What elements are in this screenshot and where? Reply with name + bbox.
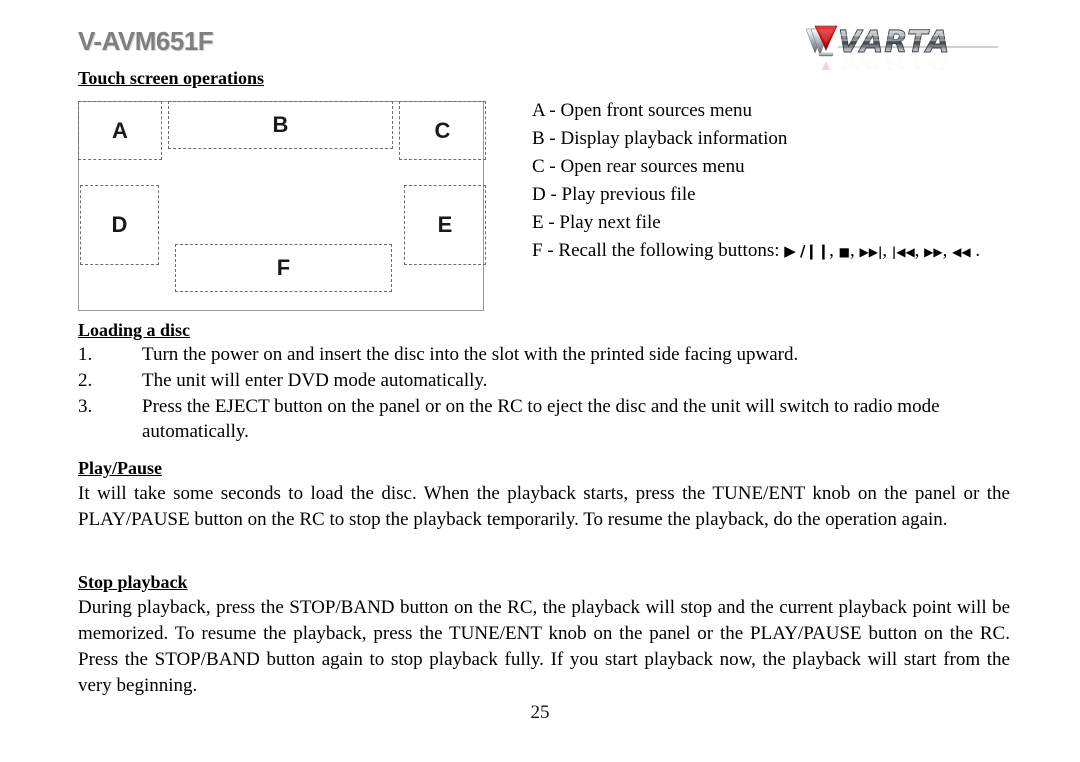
diagram-zone-d-label: D	[111, 212, 128, 237]
list-item-text: The unit will enter DVD mode automatical…	[142, 370, 488, 391]
list-item: 2. The unit will enter DVD mode automati…	[78, 368, 1010, 393]
stop-symbol: ■	[838, 245, 850, 259]
diagram-legend: A - Open front sources menu B - Display …	[532, 97, 1032, 266]
legend-row-d: D - Play previous file	[532, 184, 696, 205]
legend-row-f-symbols: ▶ /❙❙, ■, ▶▶|, |◀◀, ▶▶, ◀◀ .	[784, 240, 980, 261]
diagram-zone-f[interactable]: F	[175, 244, 392, 292]
diagram-zone-f-label: F	[276, 255, 291, 280]
play-pause-symbol: ▶ /❙❙	[784, 242, 830, 260]
touch-screen-diagram: A B C D E F	[78, 101, 486, 311]
fast-forward-symbol: ▶▶	[924, 245, 943, 259]
diagram-zone-c-label: C	[434, 117, 451, 143]
symbol-separator: ,	[942, 240, 953, 261]
heading-stop-playback: Stop playback	[78, 572, 188, 592]
rewind-symbol: ◀◀	[952, 245, 971, 259]
page-header: V-AVM651F VARTA VARTA	[0, 0, 1080, 72]
legend-row-f: F - Recall the following buttons: ▶ /❙❙,…	[532, 237, 1032, 266]
list-item-number: 3.	[78, 396, 93, 417]
legend-row-a: A - Open front sources menu	[532, 100, 753, 121]
legend-row-e: E - Play next file	[532, 212, 661, 233]
svg-text:VARTA: VARTA	[838, 46, 951, 70]
legend-row-f-prefix: F - Recall the following buttons:	[532, 240, 785, 261]
list-item: 3. Press the EJECT button on the panel o…	[78, 394, 1010, 444]
legend-row-b: B - Display playback information	[532, 128, 788, 149]
list-item-text: Turn the power on and insert the disc in…	[142, 344, 799, 365]
page-number: 25	[530, 702, 550, 723]
varta-wordmark: VARTA VARTA	[821, 25, 998, 70]
paragraph-play-pause: It will take some seconds to load the di…	[78, 483, 1010, 530]
manual-page: V-AVM651F VARTA VARTA Touch screen opera…	[0, 0, 1080, 762]
list-item-number: 1.	[78, 344, 93, 365]
legend-row-c: C - Open rear sources menu	[532, 156, 745, 177]
list-item: 1. Turn the power on and insert the disc…	[78, 342, 1010, 367]
heading-play-pause: Play/Pause	[78, 458, 162, 478]
diagram-zone-d[interactable]: D	[80, 185, 159, 265]
heading-touch-screen-operations: Touch screen operations	[78, 68, 265, 88]
symbol-separator: .	[970, 240, 981, 261]
varta-logo: VARTA VARTA	[802, 22, 1002, 70]
diagram-zone-e-label: E	[437, 212, 453, 237]
symbol-separator: ,	[829, 240, 839, 261]
next-track-symbol: ▶▶|	[859, 245, 883, 259]
heading-loading-a-disc: Loading a disc	[78, 320, 191, 340]
list-item-text: Press the EJECT button on the panel or o…	[142, 396, 940, 442]
paragraph-stop-playback: During playback, press the STOP/BAND but…	[78, 597, 1010, 696]
varta-emblem-icon	[805, 25, 838, 57]
list-item-number: 2.	[78, 370, 93, 391]
symbol-separator: ,	[882, 240, 892, 261]
previous-track-symbol: |◀◀	[891, 245, 915, 259]
diagram-zone-b-label: B	[272, 112, 289, 137]
symbol-separator: ,	[914, 240, 925, 261]
model-title: V-AVM651F	[78, 26, 214, 56]
diagram-zone-c[interactable]: C	[399, 101, 486, 160]
diagram-zone-a[interactable]: A	[78, 101, 162, 160]
diagram-zone-e[interactable]: E	[404, 185, 486, 265]
diagram-zone-b[interactable]: B	[168, 101, 393, 149]
diagram-zone-a-label: A	[112, 117, 128, 143]
loading-disc-steps: 1. Turn the power on and insert the disc…	[78, 342, 1010, 445]
